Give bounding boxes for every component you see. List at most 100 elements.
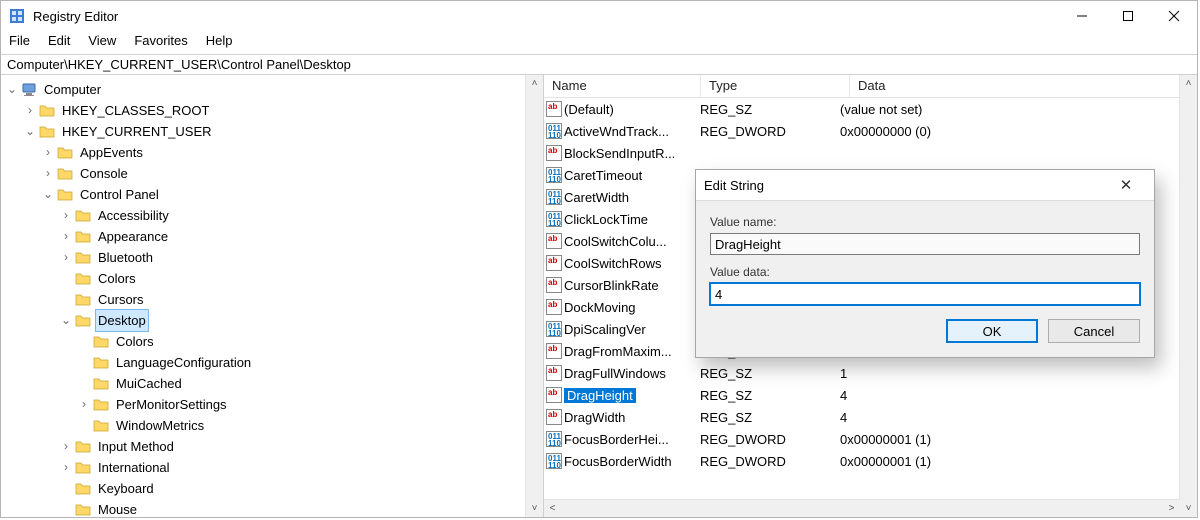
- tree-node-label: PerMonitorSettings: [113, 393, 230, 416]
- dword-value-icon: 011 110: [546, 431, 562, 447]
- value-name: CoolSwitchColu...: [564, 234, 667, 249]
- tree-node[interactable]: Mouse: [5, 499, 543, 517]
- column-name[interactable]: Name: [544, 75, 701, 97]
- tree-node-label: HKEY_CLASSES_ROOT: [59, 99, 212, 122]
- list-scrollbar-vertical[interactable]: ˄ ˅: [1179, 75, 1197, 517]
- value-data-input[interactable]: [710, 283, 1140, 305]
- tree-node[interactable]: Appearance: [5, 226, 543, 247]
- list-scrollbar-horizontal[interactable]: ˂ ˃: [544, 499, 1180, 517]
- address-bar[interactable]: Computer\HKEY_CURRENT_USER\Control Panel…: [1, 54, 1197, 75]
- value-name: CoolSwitchRows: [564, 256, 662, 271]
- scroll-left-icon[interactable]: ˂: [544, 500, 561, 517]
- folder-icon: [75, 439, 91, 455]
- menu-edit[interactable]: Edit: [48, 33, 70, 48]
- value-name: DpiScalingVer: [564, 322, 646, 337]
- folder-icon: [75, 229, 91, 245]
- table-row[interactable]: ab(Default)REG_SZ(value not set): [544, 98, 1197, 120]
- menu-help[interactable]: Help: [206, 33, 233, 48]
- string-value-icon: ab: [546, 343, 562, 359]
- table-row[interactable]: 011 110FocusBorderWidthREG_DWORD0x000000…: [544, 450, 1197, 472]
- list-header: Name Type Data: [544, 75, 1197, 98]
- collapse-icon[interactable]: [41, 184, 55, 205]
- value-name: CaretTimeout: [564, 168, 642, 183]
- collapse-icon[interactable]: [59, 310, 73, 331]
- expand-icon[interactable]: [59, 457, 73, 478]
- maximize-button[interactable]: [1105, 1, 1151, 31]
- registry-tree[interactable]: Computer HKEY_CLASSES_ROOT HKEY_CURRENT_…: [1, 75, 543, 517]
- menu-view[interactable]: View: [88, 33, 116, 48]
- tree-node[interactable]: Computer: [5, 79, 543, 100]
- tree-node[interactable]: Keyboard: [5, 478, 543, 499]
- value-name: FocusBorderWidth: [564, 454, 672, 469]
- scroll-up-icon[interactable]: ˄: [1180, 75, 1197, 92]
- dialog-close-button[interactable]: ✕: [1106, 176, 1146, 194]
- tree-node[interactable]: Cursors: [5, 289, 543, 310]
- folder-icon: [75, 502, 91, 518]
- expand-icon[interactable]: [59, 247, 73, 268]
- table-row[interactable]: abDragHeightREG_SZ4: [544, 384, 1197, 406]
- expand-icon[interactable]: [41, 142, 55, 163]
- expand-icon[interactable]: [59, 226, 73, 247]
- scroll-down-icon[interactable]: ˅: [1180, 500, 1197, 517]
- tree-node[interactable]: International: [5, 457, 543, 478]
- string-value-icon: ab: [546, 365, 562, 381]
- tree-node[interactable]: Console: [5, 163, 543, 184]
- menu-favorites[interactable]: Favorites: [134, 33, 187, 48]
- table-row[interactable]: 011 110ActiveWndTrack...REG_DWORD0x00000…: [544, 120, 1197, 142]
- expand-icon[interactable]: [59, 436, 73, 457]
- tree-node[interactable]: Bluetooth: [5, 247, 543, 268]
- folder-icon: [75, 250, 91, 266]
- expand-icon[interactable]: [59, 205, 73, 226]
- tree-node[interactable]: WindowMetrics: [5, 415, 543, 436]
- string-value-icon: ab: [546, 145, 562, 161]
- minimize-button[interactable]: [1059, 1, 1105, 31]
- table-row[interactable]: abDragWidthREG_SZ4: [544, 406, 1197, 428]
- collapse-icon[interactable]: [5, 79, 19, 100]
- value-type: REG_SZ: [692, 388, 832, 403]
- scroll-down-icon[interactable]: ˅: [526, 500, 543, 517]
- tree-node[interactable]: Desktop: [5, 310, 543, 331]
- titlebar: Registry Editor: [1, 1, 1197, 31]
- tree-node[interactable]: Input Method: [5, 436, 543, 457]
- tree-node[interactable]: AppEvents: [5, 142, 543, 163]
- value-name: ClickLockTime: [564, 212, 648, 227]
- table-row[interactable]: abBlockSendInputR...: [544, 142, 1197, 164]
- value-data: 1: [832, 366, 1197, 381]
- column-type[interactable]: Type: [701, 75, 850, 97]
- column-data[interactable]: Data: [850, 75, 1180, 97]
- tree-node[interactable]: Accessibility: [5, 205, 543, 226]
- scroll-up-icon[interactable]: ˄: [526, 75, 543, 92]
- value-name-input[interactable]: [710, 233, 1140, 255]
- dword-value-icon: 011 110: [546, 123, 562, 139]
- tree-node[interactable]: PerMonitorSettings: [5, 394, 543, 415]
- expand-icon[interactable]: [77, 394, 91, 415]
- tree-node-label: Appearance: [95, 225, 171, 248]
- tree-node[interactable]: Colors: [5, 268, 543, 289]
- table-row[interactable]: abDragFullWindowsREG_SZ1: [544, 362, 1197, 384]
- tree-node[interactable]: Control Panel: [5, 184, 543, 205]
- table-row[interactable]: 011 110FocusBorderHei...REG_DWORD0x00000…: [544, 428, 1197, 450]
- close-button[interactable]: [1151, 1, 1197, 31]
- tree-node[interactable]: LanguageConfiguration: [5, 352, 543, 373]
- value-data: 0x00000001 (1): [832, 454, 1197, 469]
- tree-node[interactable]: HKEY_CURRENT_USER: [5, 121, 543, 142]
- folder-icon: [75, 208, 91, 224]
- scroll-right-icon[interactable]: ˃: [1163, 500, 1180, 517]
- expand-icon[interactable]: [41, 163, 55, 184]
- menu-file[interactable]: File: [9, 33, 30, 48]
- folder-icon: [39, 103, 55, 119]
- expand-icon[interactable]: [23, 100, 37, 121]
- tree-node[interactable]: HKEY_CLASSES_ROOT: [5, 100, 543, 121]
- ok-button[interactable]: OK: [946, 319, 1038, 343]
- cancel-button[interactable]: Cancel: [1048, 319, 1140, 343]
- folder-icon: [75, 313, 91, 329]
- collapse-icon[interactable]: [23, 121, 37, 142]
- folder-icon: [93, 334, 109, 350]
- tree-node[interactable]: Colors: [5, 331, 543, 352]
- tree-node[interactable]: MuiCached: [5, 373, 543, 394]
- folder-icon: [75, 292, 91, 308]
- tree-scrollbar[interactable]: ˄ ˅: [525, 75, 543, 517]
- window-title: Registry Editor: [33, 9, 118, 24]
- folder-icon: [57, 145, 73, 161]
- string-value-icon: ab: [546, 233, 562, 249]
